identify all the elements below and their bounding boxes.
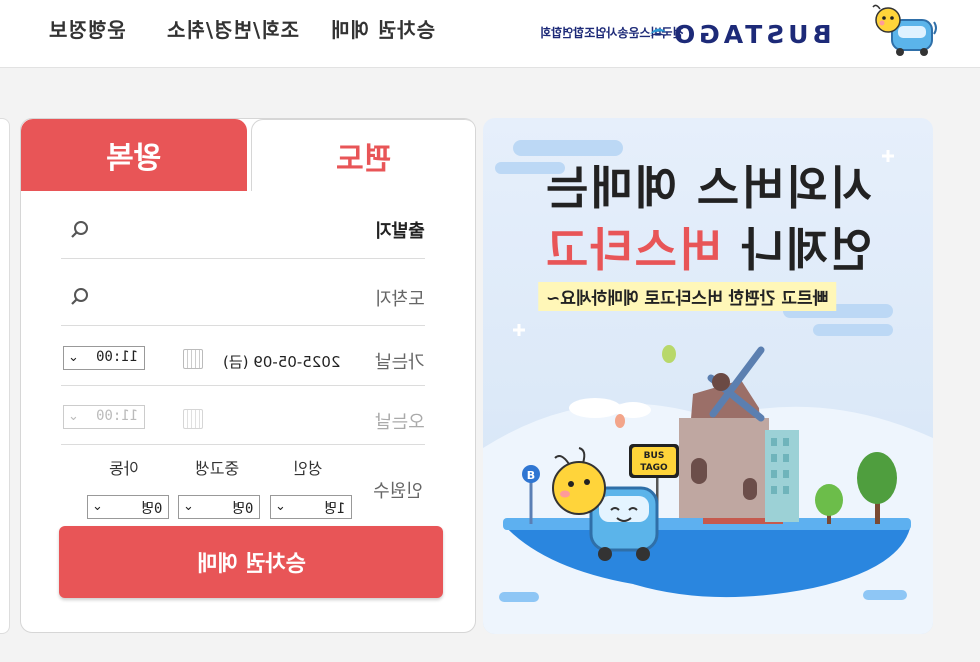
bus-sign-line2: TAGO bbox=[640, 463, 668, 473]
bee-bus-mascot-icon bbox=[872, 4, 937, 56]
departure-field[interactable]: 출발지 bbox=[61, 191, 425, 259]
adult-count-select[interactable]: ⌄ 1명 bbox=[270, 495, 352, 519]
return-date-row: ⌄ 11:00 오는날 bbox=[61, 386, 425, 445]
search-icon[interactable] bbox=[69, 219, 91, 241]
chevron-down-icon: ⌄ bbox=[183, 499, 194, 514]
tab-one-way[interactable]: 편도 bbox=[251, 119, 475, 191]
go-date-label: 가는날 bbox=[375, 352, 425, 373]
go-time-select[interactable]: ⌄ 11:00 bbox=[63, 346, 145, 370]
banner-subtitle: 빠르고 간편한 버스타고로 예매하세요~ bbox=[538, 282, 837, 311]
child-label: 아동 bbox=[109, 459, 139, 478]
return-time-select[interactable]: ⌄ 11:00 bbox=[63, 405, 145, 429]
org-emblem-icon bbox=[650, 28, 666, 36]
adult-label: 성인 bbox=[293, 459, 323, 478]
tab-round-trip[interactable]: 왕복 bbox=[21, 119, 247, 191]
chevron-down-icon: ⌄ bbox=[92, 499, 103, 514]
teen-count-select[interactable]: ⌄ 0명 bbox=[178, 495, 260, 519]
logo-text: BUSTAGO bbox=[670, 20, 832, 49]
go-date-value[interactable]: 2025-05-09 (금) bbox=[223, 351, 340, 372]
chevron-down-icon: ⌄ bbox=[68, 409, 79, 424]
return-date-label: 오는날 bbox=[375, 412, 425, 433]
passenger-count-label: 인원수 bbox=[373, 481, 423, 502]
banner-headline-2: 언제나 버스타고 bbox=[543, 223, 873, 277]
calendar-icon[interactable] bbox=[183, 409, 203, 429]
nav-lookup-change-cancel[interactable]: 조회/변경/취소 bbox=[166, 14, 299, 43]
nav-operation-info[interactable]: 운행정보 bbox=[48, 14, 126, 43]
promo-banner[interactable]: B BUS TAGO 시외버스 예매는 언제나 버스타고 빠르고 간편한 버스타… bbox=[483, 118, 933, 634]
banner-headline-1: 시외버스 예매는 bbox=[543, 161, 873, 215]
site-logo[interactable]: 전국버스운송사업조합연합회 BUSTAGO bbox=[540, 4, 940, 60]
search-icon[interactable] bbox=[69, 286, 91, 308]
arrival-field[interactable]: 도착지 bbox=[61, 259, 425, 326]
bus-stop-sign-text: B bbox=[527, 469, 535, 482]
book-ticket-button[interactable]: 승차권 예매 bbox=[59, 526, 443, 598]
go-date-row: ⌄ 11:00 2025-05-09 (금) 가는날 bbox=[61, 326, 425, 386]
booking-form: 왕복 편도 출발지 도착지 ⌄ 11:00 2025-05-09 (금) 가는날… bbox=[20, 118, 476, 633]
teen-label: 중고생 bbox=[195, 459, 240, 478]
chevron-down-icon: ⌄ bbox=[68, 350, 79, 365]
child-count-select[interactable]: ⌄ 0명 bbox=[87, 495, 169, 519]
departure-label: 출발지 bbox=[375, 221, 425, 242]
nav-ticket-booking[interactable]: 승차권 예매 bbox=[330, 14, 435, 43]
arrival-label: 도착지 bbox=[375, 289, 425, 310]
banner-brand-highlight: 버스타고 bbox=[543, 223, 722, 277]
bus-sign-line1: BUS bbox=[644, 451, 665, 461]
carousel-edge bbox=[0, 118, 10, 634]
chevron-down-icon: ⌄ bbox=[275, 499, 286, 514]
site-header: 운행정보 조회/변경/취소 승차권 예매 전국버스운송사업조합연합회 BUSTA… bbox=[0, 0, 980, 68]
calendar-icon[interactable] bbox=[183, 349, 203, 369]
